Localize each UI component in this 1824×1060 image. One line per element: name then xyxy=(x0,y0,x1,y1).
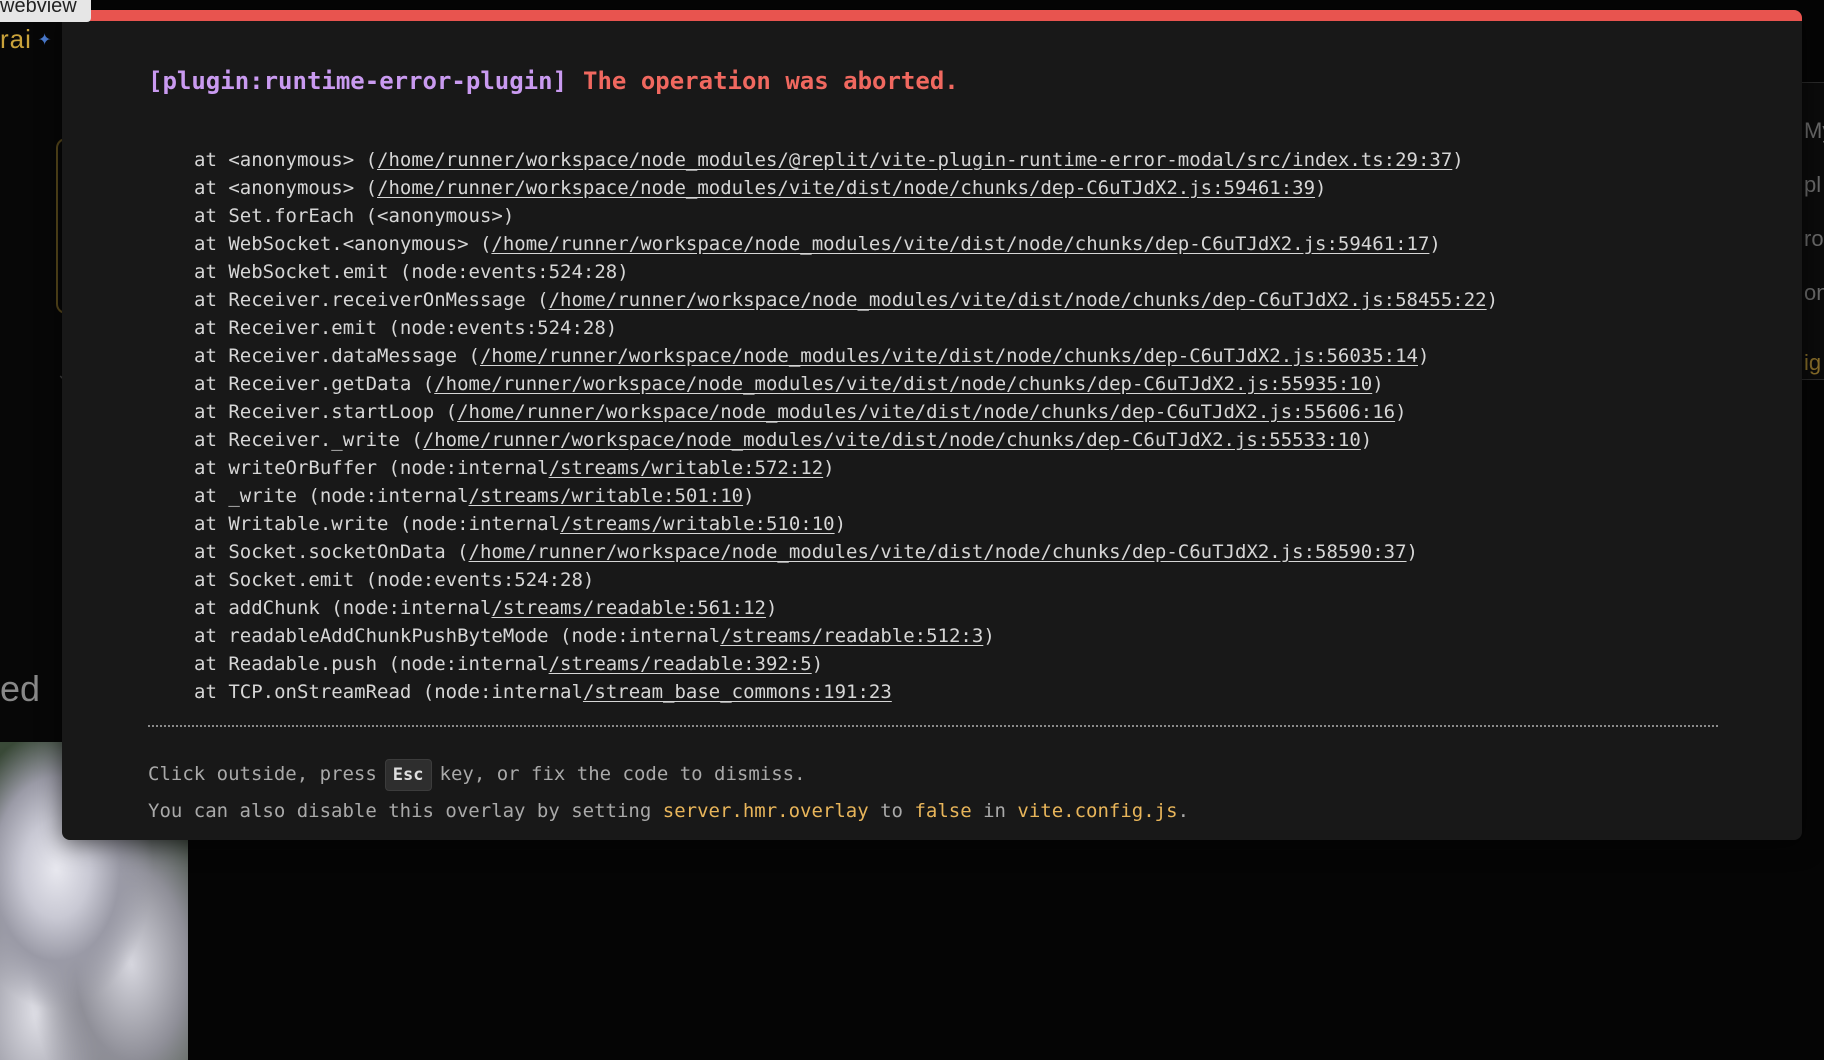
stack-frame: at Receiver._write (/home/runner/workspa… xyxy=(194,426,1498,454)
stack-frame-text: ) xyxy=(1452,149,1464,171)
stack-frame-text: at <anonymous> ( xyxy=(194,149,378,171)
app-viewport: webview rai ✦ ⌄ ed My pl ro on ig [plugi… xyxy=(0,0,1824,1060)
stack-frame-file-link[interactable]: /home/runner/workspace/node_modules/vite… xyxy=(480,345,1418,367)
stack-frame: at writeOrBuffer (node:internal/streams/… xyxy=(194,454,1498,482)
stack-frame-file-link[interactable]: /home/runner/workspace/node_modules/vite… xyxy=(469,541,1407,563)
tip-text: You can also disable this overlay by set… xyxy=(148,800,663,822)
stack-frame-file-link[interactable]: /streams/readable:561:12 xyxy=(491,597,766,619)
config-file: vite.config.js xyxy=(1017,800,1178,822)
stack-frame-text: ) xyxy=(1486,289,1499,311)
stack-frame-file-link[interactable]: /stream_base_commons:191:23 xyxy=(583,681,892,703)
stack-frame-text: at TCP.onStreamRead (node:internal xyxy=(194,681,583,703)
stack-frame-text: at Socket.emit (node:events:524:28) xyxy=(194,569,595,591)
stack-frame-file-link[interactable]: /streams/writable:572:12 xyxy=(549,457,824,479)
stack-frame-text: ) xyxy=(1315,177,1327,199)
stack-frame-text: at addChunk (node:internal xyxy=(194,597,492,619)
config-value: false xyxy=(914,800,972,822)
stack-frame-text: ) xyxy=(765,597,778,619)
stack-frame-text: at Receiver.emit (node:events:524:28) xyxy=(194,317,618,339)
stack-frame-text: ) xyxy=(1406,541,1418,563)
stack-frame: at Readable.push (node:internal/streams/… xyxy=(194,650,1498,678)
error-overlay-window: [plugin:runtime-error-plugin] The operati… xyxy=(62,10,1802,840)
stack-frame-file-link[interactable]: /home/runner/workspace/node_modules/vite… xyxy=(423,429,1361,451)
stack-frame-text: at writeOrBuffer (node:internal xyxy=(194,457,549,479)
stack-frame: at Receiver.dataMessage (/home/runner/wo… xyxy=(194,342,1498,370)
stack-frame-file-link[interactable]: /home/runner/workspace/node_modules/vite… xyxy=(434,373,1372,395)
stack-frame: at _write (node:internal/streams/writabl… xyxy=(194,482,1498,510)
stack-frame: at Receiver.emit (node:events:524:28) xyxy=(194,314,1498,342)
stack-frame-text: ) xyxy=(743,485,755,507)
stack-frame-text: ) xyxy=(823,457,835,479)
error-header: [plugin:runtime-error-plugin] The operati… xyxy=(148,67,959,95)
stack-frame-text: ) xyxy=(834,513,847,535)
tip-text: in xyxy=(971,800,1018,822)
stack-frame-text: at Set.forEach (<anonymous>) xyxy=(194,205,515,227)
stack-frame-text: at Socket.socketOnData ( xyxy=(194,541,469,563)
stack-frame: at WebSocket.<anonymous> (/home/runner/w… xyxy=(194,230,1498,258)
stack-frame-text: at WebSocket.emit (node:events:524:28) xyxy=(194,261,629,283)
stack-frame-file-link[interactable]: /streams/readable:512:3 xyxy=(720,625,983,647)
webview-label: webview xyxy=(0,0,91,22)
stack-frame-text: at Receiver.getData ( xyxy=(194,373,435,395)
stack-frame-text: ) xyxy=(1417,345,1430,367)
plugin-name: [plugin:runtime-error-plugin] xyxy=(148,67,568,95)
stack-frame: at TCP.onStreamRead (node:internal/strea… xyxy=(194,678,1498,706)
tip-text: . xyxy=(1177,800,1190,822)
stack-frame-text: ) xyxy=(1372,373,1384,395)
config-key: server.hmr.overlay xyxy=(662,800,869,822)
stack-frame-file-link[interactable]: /home/runner/workspace/node_modules/vite… xyxy=(491,233,1429,255)
error-message: The operation was aborted. xyxy=(583,67,959,95)
stack-frame: at Socket.socketOnData (/home/runner/wor… xyxy=(194,538,1498,566)
stack-frame-file-link[interactable]: /streams/writable:501:10 xyxy=(469,485,744,507)
stack-frame: at readableAddChunkPushByteMode (node:in… xyxy=(194,622,1498,650)
tip-text: to xyxy=(868,800,915,822)
disable-overlay-tip: You can also disable this overlay by set… xyxy=(148,797,1189,825)
stack-frame-file-link[interactable]: /home/runner/workspace/node_modules/@rep… xyxy=(377,149,1452,171)
stack-frame: at WebSocket.emit (node:events:524:28) xyxy=(194,258,1498,286)
webview-label-text: webview xyxy=(0,0,77,17)
stack-frame-text: at Receiver.dataMessage ( xyxy=(194,345,480,367)
stack-frame: at Receiver.getData (/home/runner/worksp… xyxy=(194,370,1498,398)
stack-frame-file-link[interactable]: /home/runner/workspace/node_modules/vite… xyxy=(377,177,1315,199)
stack-frame-text: at <anonymous> ( xyxy=(194,177,378,199)
stack-frame: at Set.forEach (<anonymous>) xyxy=(194,202,1498,230)
stack-frame-text: ) xyxy=(1429,233,1441,255)
stack-frame: at Receiver.startLoop (/home/runner/work… xyxy=(194,398,1498,426)
stack-frame-text: at Receiver.startLoop ( xyxy=(194,401,458,423)
esc-key: Esc xyxy=(384,759,432,791)
stack-frame-text: at Receiver.receiverOnMessage ( xyxy=(194,289,549,311)
stack-frame-text: ) xyxy=(1360,429,1373,451)
stack-frame-file-link[interactable]: /streams/readable:392:5 xyxy=(549,653,812,675)
stack-frame-text: ) xyxy=(811,653,824,675)
stack-frame-text: at _write (node:internal xyxy=(194,485,469,507)
stack-frame: at addChunk (node:internal/streams/reada… xyxy=(194,594,1498,622)
stack-frame-text: at Receiver._write ( xyxy=(194,429,423,451)
stack-frame: at <anonymous> (/home/runner/workspace/n… xyxy=(194,146,1498,174)
tip-text: Click outside, press xyxy=(148,763,377,785)
stack-frame-text: at Writable.write (node:internal xyxy=(194,513,561,535)
stack-frame-file-link[interactable]: /home/runner/workspace/node_modules/vite… xyxy=(549,289,1487,311)
tip-text: key, or fix the code to dismiss. xyxy=(439,763,806,785)
dismiss-tip: Click outside, press Esc key, or fix the c… xyxy=(148,757,806,791)
stack-frame-text: ) xyxy=(983,625,995,647)
stack-frame: at Writable.write (node:internal/streams… xyxy=(194,510,1498,538)
divider xyxy=(148,725,1718,727)
stack-frame-text: ) xyxy=(1395,401,1407,423)
stack-frame: at Receiver.receiverOnMessage (/home/run… xyxy=(194,286,1498,314)
stack-frame-file-link[interactable]: /home/runner/workspace/node_modules/vite… xyxy=(457,401,1395,423)
stack-frame-text: at WebSocket.<anonymous> ( xyxy=(194,233,492,255)
stack-frame: at <anonymous> (/home/runner/workspace/n… xyxy=(194,174,1498,202)
stack-frame: at Socket.emit (node:events:524:28) xyxy=(194,566,1498,594)
stack-frame-text: at readableAddChunkPushByteMode (node:in… xyxy=(194,625,721,647)
stack-trace: at <anonymous> (/home/runner/workspace/n… xyxy=(194,146,1498,706)
stack-frame-file-link[interactable]: /streams/writable:510:10 xyxy=(560,513,835,535)
stack-frame-text: at Readable.push (node:internal xyxy=(194,653,549,675)
